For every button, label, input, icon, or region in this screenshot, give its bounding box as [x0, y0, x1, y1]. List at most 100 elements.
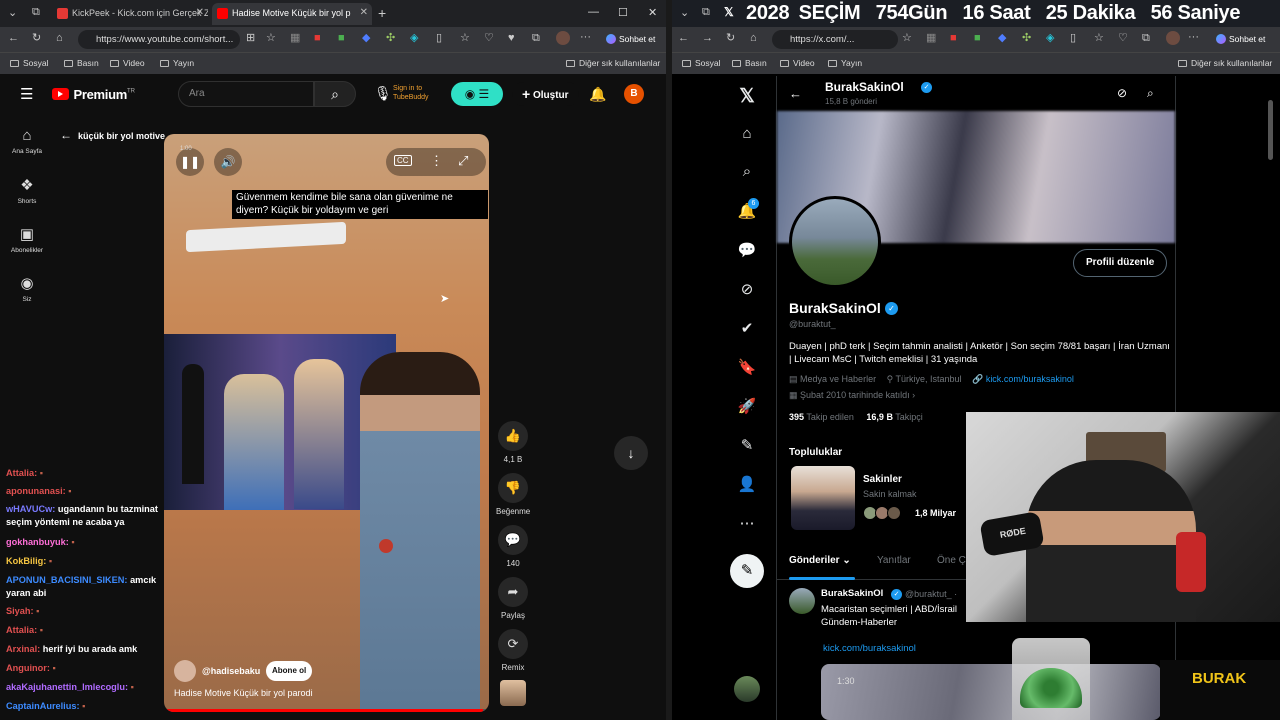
tubebuddy-button[interactable]: ◉ ☰	[451, 82, 503, 106]
search-button[interactable]: ⌕	[314, 81, 356, 107]
bookmark-video[interactable]: Video	[110, 58, 145, 68]
search-icon[interactable]: ⌕	[1147, 86, 1154, 101]
x-bookmarks-icon[interactable]: 🔖	[732, 358, 762, 376]
favorite-star-icon[interactable]: ☆	[266, 33, 276, 44]
copilot-chat-button[interactable]: Sohbet et	[1212, 31, 1269, 47]
channel-avatar[interactable]	[174, 660, 196, 682]
profile-avatar[interactable]	[1166, 31, 1180, 45]
close-window-icon[interactable]: ✕	[648, 6, 657, 19]
chat-username[interactable]: KokBilig:	[6, 556, 46, 566]
extension-icon[interactable]: ■	[338, 33, 345, 44]
bookmark-video[interactable]: Video	[780, 58, 815, 68]
close-tab-icon[interactable]: ✕	[360, 7, 368, 18]
profile-link[interactable]: kick.com/buraksakinol	[986, 374, 1074, 384]
nav-home[interactable]: ⌂ Ana Sayfa	[0, 127, 54, 155]
copilot-chat-button[interactable]: Sohbet et	[602, 31, 659, 47]
browser-essentials-icon[interactable]: ♥	[508, 33, 515, 44]
more-options-icon[interactable]: ⋮	[430, 153, 443, 169]
chat-username[interactable]: Attalia:	[6, 468, 37, 478]
x-home-icon[interactable]: ⌂	[732, 125, 762, 142]
bookmark-sosyal[interactable]: Sosyal	[682, 58, 721, 68]
chat-username[interactable]: Siyah:	[6, 606, 34, 616]
search-input[interactable]: Ara	[178, 81, 314, 107]
extension-icon[interactable]: ◈	[1046, 33, 1054, 44]
create-button[interactable]: + Oluştur	[512, 82, 579, 106]
tubebuddy-signin[interactable]: Sign in to TubeBuddy	[393, 84, 449, 102]
extension-icon[interactable]: ■	[314, 33, 321, 44]
split-screen-icon[interactable]: ▯	[1070, 33, 1076, 44]
pause-button[interactable]: ❚❚	[176, 148, 204, 176]
followers-link[interactable]: 16,9 B Takipçi	[866, 412, 922, 422]
extension-icon[interactable]: ■	[950, 33, 957, 44]
x-premium-check-icon[interactable]: ✔	[732, 319, 762, 337]
url-field[interactable]: https://www.youtube.com/short...	[78, 30, 240, 49]
x-notifications-icon[interactable]: 🔔 6	[732, 198, 762, 220]
tab-actions-icon[interactable]: ⌄	[8, 8, 17, 19]
edit-profile-button[interactable]: Profili düzenle	[1073, 249, 1168, 277]
shorts-video-player[interactable]: ❚❚ 1:00 🔊 CC ⋮ ⤢ Güvenmem kendime bile s…	[164, 134, 489, 712]
extension-icon[interactable]: ◆	[998, 33, 1006, 44]
youtube-logo[interactable]: PremiumTR	[52, 86, 135, 104]
other-bookmarks[interactable]: Diğer sık kullanılanlar	[566, 58, 660, 68]
nav-you[interactable]: ◉ Siz	[0, 274, 54, 303]
favorites-icon[interactable]: ☆	[460, 33, 470, 44]
split-screen-icon[interactable]: ▯	[436, 33, 442, 44]
forward-icon[interactable]: →	[702, 33, 713, 44]
more-icon[interactable]: ···	[580, 32, 591, 43]
chat-username[interactable]: APONUN_BACISINI_SIKEN:	[6, 575, 128, 585]
post-link[interactable]: kick.com/buraksakinol	[823, 643, 916, 654]
collections-icon[interactable]: ♡	[1118, 33, 1128, 44]
extension-icon[interactable]: ▦	[926, 33, 936, 44]
community-name[interactable]: Sakinler	[863, 474, 902, 485]
chat-username[interactable]: Anguinor:	[6, 663, 50, 673]
voice-search-icon[interactable]: 🎙	[374, 86, 392, 100]
tab-actions-icon[interactable]: ⌄	[680, 8, 689, 19]
next-video-button[interactable]: ↓	[614, 436, 648, 470]
other-bookmarks[interactable]: Diğer sık kullanılanlar	[1178, 58, 1272, 68]
home-icon[interactable]: ⌂	[56, 33, 63, 44]
post-avatar[interactable]	[789, 588, 815, 614]
comment-button[interactable]: 💬 140	[496, 525, 530, 568]
chat-username[interactable]: Attalia:	[6, 625, 37, 635]
x-profile-icon[interactable]: 👤	[732, 475, 762, 493]
chat-username[interactable]: akaKajuhanettin_lmlecoglu:	[6, 682, 128, 692]
like-button[interactable]: 👍 4,1 B	[496, 421, 530, 464]
subscribe-button[interactable]: Abone ol	[266, 661, 313, 681]
downloads-icon[interactable]: ⧉	[532, 33, 540, 44]
x-grok-icon[interactable]: ⊘	[732, 280, 762, 298]
maximize-icon[interactable]: ☐	[618, 6, 628, 19]
more-icon[interactable]: ···	[1188, 32, 1199, 43]
share-button[interactable]: ➦ Paylaş	[496, 577, 530, 620]
extension-icon[interactable]: ✣	[1022, 33, 1031, 44]
profile-avatar-image[interactable]	[789, 196, 881, 288]
workspaces-icon[interactable]: ⧉	[32, 7, 40, 18]
captions-icon[interactable]: CC	[394, 155, 412, 166]
x-lists-icon[interactable]: ✎	[732, 436, 762, 454]
bookmark-yayin[interactable]: Yayın	[828, 58, 862, 68]
bookmark-sosyal[interactable]: Sosyal	[10, 58, 49, 68]
bookmark-basin[interactable]: Basın	[64, 58, 99, 68]
tab-kickpeek[interactable]: KickPeek - Kick.com için Gerçek Za ✕	[52, 3, 208, 25]
close-tab-icon[interactable]: ✕	[196, 7, 204, 18]
url-field[interactable]: https://x.com/...	[772, 30, 898, 49]
x-explore-search-icon[interactable]: ⌕	[732, 163, 762, 180]
refresh-icon[interactable]: ↻	[32, 33, 41, 44]
audio-thumbnail[interactable]	[500, 680, 526, 706]
chat-username[interactable]: gokhanbuyuk:	[6, 537, 69, 547]
chat-username[interactable]: wHAVUCw:	[6, 504, 55, 514]
tab-posts[interactable]: Gönderiler ⌄	[789, 555, 851, 566]
tab-highlights[interactable]: Öne Ç	[937, 555, 966, 566]
extension-icon[interactable]: ■	[974, 33, 981, 44]
x-messages-icon[interactable]: 💬	[732, 241, 762, 259]
x-rocket-icon[interactable]: 🚀	[732, 397, 762, 415]
menu-icon[interactable]: ☰	[20, 87, 33, 102]
favorite-star-icon[interactable]: ☆	[902, 33, 912, 44]
post-media[interactable]: 1:30	[821, 664, 1161, 720]
home-icon[interactable]: ⌂	[750, 33, 757, 44]
reader-icon[interactable]: ⊞	[246, 33, 255, 44]
extension-icon[interactable]: ✣	[386, 33, 395, 44]
back-icon[interactable]: ←	[678, 33, 689, 44]
tab-youtube[interactable]: Hadise Motive Küçük bir yol p ✕	[212, 3, 372, 25]
post-author[interactable]: BurakSakinOl	[821, 588, 883, 599]
bookmark-basin[interactable]: Basın	[732, 58, 767, 68]
